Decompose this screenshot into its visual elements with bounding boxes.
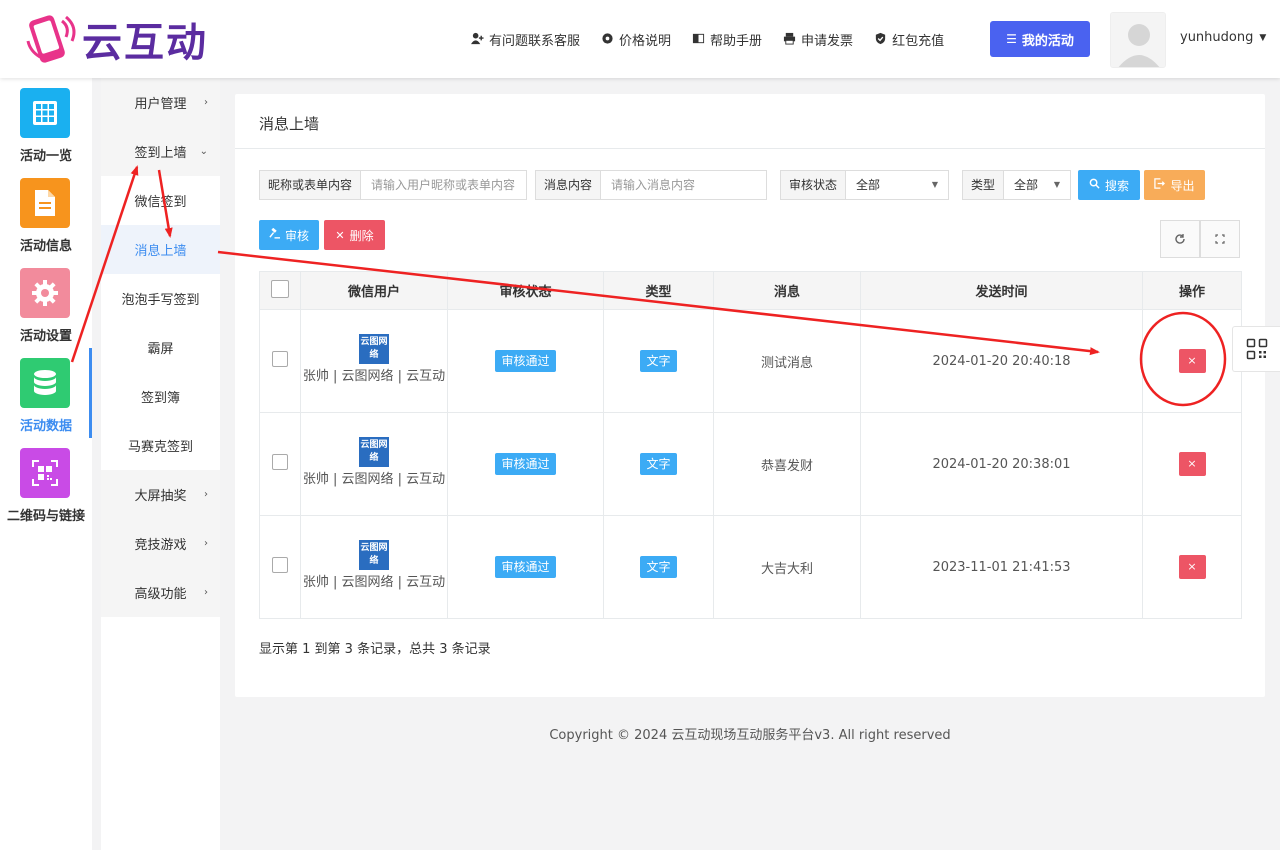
qrcode-icon	[20, 448, 70, 498]
submenu-wechat-checkin[interactable]: 微信签到	[101, 176, 220, 225]
submenu-checkin-wall[interactable]: 签到上墙 ⌄	[101, 127, 220, 176]
rail-item-data[interactable]: 活动数据	[0, 348, 92, 438]
caret-down-icon: ▼	[1259, 32, 1267, 43]
document-icon	[20, 178, 70, 228]
top-nav: 有问题联系客服 价格说明 帮助手册 申请发票 红包充值	[470, 26, 964, 52]
submenu-user-management[interactable]: 用户管理 ›	[101, 78, 220, 127]
nav-help-manual[interactable]: 帮助手册	[691, 30, 762, 49]
phone-logo-icon	[22, 11, 78, 67]
rail-item-settings[interactable]: 活动设置	[0, 258, 92, 348]
my-activity-label: 我的活动	[1021, 33, 1074, 49]
nav-pricing[interactable]: 价格说明	[600, 30, 671, 49]
nav-contact-support[interactable]: 有问题联系客服	[470, 30, 580, 49]
book-icon	[691, 32, 705, 46]
sub-menu: 用户管理 › 签到上墙 ⌄ 微信签到 消息上墙 泡泡手写签到 霸屏 签到簿 马赛…	[101, 78, 220, 850]
submenu-label: 微信签到	[134, 195, 187, 210]
submenu-lottery[interactable]: 大屏抽奖 ›	[101, 470, 220, 519]
avatar[interactable]	[1110, 12, 1166, 68]
nav-invoice[interactable]: 申请发票	[782, 30, 853, 49]
submenu-label: 用户管理	[134, 97, 187, 112]
rail-label: 活动一览	[19, 149, 72, 164]
nav-label: 有问题联系客服	[489, 33, 581, 49]
rail-label: 活动数据	[19, 419, 72, 434]
top-header: 云互动 有问题联系客服 价格说明 帮助手册 申请发票 红包充值 ☰ 我的活动 y…	[0, 0, 1280, 78]
nav-label: 申请发票	[801, 33, 854, 49]
submenu-label: 大屏抽奖	[134, 489, 187, 504]
rail-label: 活动信息	[19, 239, 72, 254]
chevron-right-icon: ›	[204, 489, 208, 500]
user-plus-icon	[470, 32, 484, 46]
brand-name: 云互动	[82, 20, 208, 66]
rail-item-overview[interactable]: 活动一览	[0, 78, 92, 168]
submenu-label: 高级功能	[134, 587, 187, 602]
shield-check-icon	[873, 32, 887, 46]
rail-item-info[interactable]: 活动信息	[0, 168, 92, 258]
gear-icon	[20, 268, 70, 318]
chevron-down-icon: ⌄	[199, 146, 208, 157]
nav-label: 红包充值	[892, 33, 945, 49]
my-activity-button[interactable]: ☰ 我的活动	[990, 21, 1090, 57]
grid-icon	[20, 88, 70, 138]
brand-logo[interactable]: 云互动	[22, 10, 208, 68]
nav-label: 帮助手册	[710, 33, 763, 49]
chevron-right-icon: ›	[204, 587, 208, 598]
submenu-label: 马赛克签到	[127, 440, 193, 455]
user-menu[interactable]: yunhudong ▼	[1180, 30, 1266, 45]
submenu-games[interactable]: 竞技游戏 ›	[101, 519, 220, 568]
submenu-label: 签到簿	[140, 391, 180, 406]
submenu-screen-takeover[interactable]: 霸屏	[101, 323, 220, 372]
submenu-label: 泡泡手写签到	[121, 293, 200, 308]
submenu-label: 霸屏	[147, 342, 174, 357]
chevron-right-icon: ›	[204, 97, 208, 108]
submenu-advanced[interactable]: 高级功能 ›	[101, 568, 220, 617]
rail-label: 活动设置	[19, 329, 72, 344]
submenu-message-wall[interactable]: 消息上墙	[101, 225, 220, 274]
list-icon: ☰	[1006, 32, 1017, 46]
submenu-bubble-handwriting[interactable]: 泡泡手写签到	[101, 274, 220, 323]
floating-qrcode-button[interactable]	[1232, 326, 1280, 372]
copyright-text: Copyright © 2024 云互动现场互动服务平台v3. All righ…	[549, 728, 951, 743]
rail-item-qrcode[interactable]: 二维码与链接	[0, 438, 92, 528]
nav-recharge[interactable]: 红包充值	[873, 30, 944, 49]
chevron-right-icon: ›	[204, 538, 208, 549]
printer-icon	[782, 32, 796, 46]
database-icon	[20, 358, 70, 408]
nav-label: 价格说明	[619, 33, 672, 49]
gear-icon	[600, 32, 614, 46]
submenu-label: 消息上墙	[134, 244, 187, 259]
rail-label: 二维码与链接	[6, 509, 85, 524]
user-silhouette-icon	[1111, 13, 1165, 67]
qrcode-icon	[1246, 338, 1267, 360]
submenu-mosaic-checkin[interactable]: 马赛克签到	[101, 421, 220, 470]
icon-rail: 活动一览 活动信息 活动设置 活动数据 二维码与链接	[0, 78, 92, 850]
submenu-label: 竞技游戏	[134, 538, 187, 553]
submenu-signbook[interactable]: 签到簿	[101, 372, 220, 421]
footer: Copyright © 2024 云互动现场互动服务平台v3. All righ…	[220, 0, 1280, 850]
submenu-label: 签到上墙	[134, 146, 187, 161]
username: yunhudong	[1180, 30, 1254, 45]
